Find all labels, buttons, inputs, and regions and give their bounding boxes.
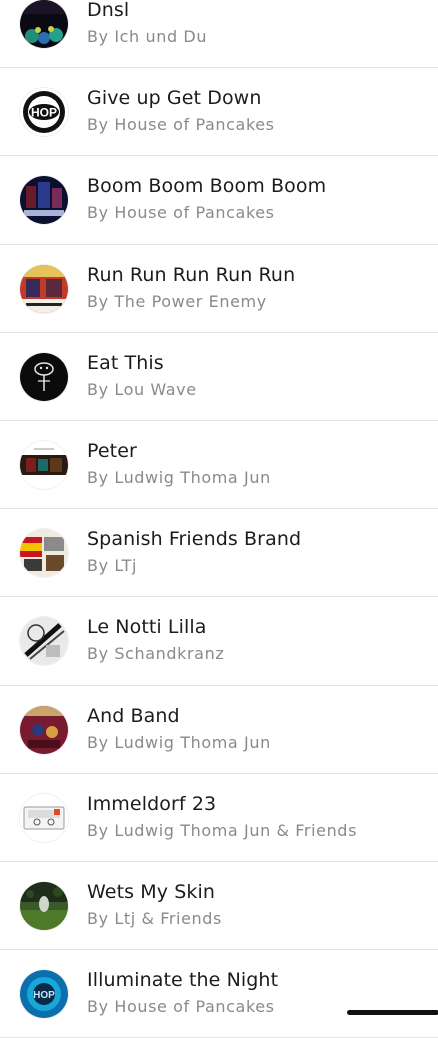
track-list: Dnsl By Ich und Du HOP Give up Get Down … [0, 0, 438, 1038]
album-art-and-band-icon [20, 705, 68, 754]
track-row[interactable]: HOP Illuminate the Night By House of Pan… [0, 950, 438, 1038]
home-indicator[interactable] [347, 1010, 438, 1015]
track-artist: By Ludwig Thoma Jun [87, 467, 271, 487]
track-title: Illuminate the Night [87, 969, 279, 992]
track-row[interactable]: Le Notti Lilla By Schandkranz [0, 597, 438, 686]
svg-text:HOP: HOP [31, 106, 57, 120]
track-artist: By Ludwig Thoma Jun & Friends [87, 820, 358, 840]
track-title: Spanish Friends Brand [87, 528, 302, 551]
track-artist: By Schandkranz [87, 644, 225, 664]
album-art-wets-my-skin-icon [20, 881, 68, 930]
track-title: Give up Get Down [87, 87, 262, 110]
track-artist: By LTj [87, 556, 138, 576]
track-artist: By House of Pancakes [87, 997, 275, 1017]
album-art-power-enemy-icon [20, 264, 68, 313]
track-row[interactable]: Run Run Run Run Run By The Power Enemy [0, 245, 438, 333]
track-artist: By House of Pancakes [87, 115, 275, 135]
svg-text:HOP: HOP [33, 990, 55, 1001]
album-art-ich-und-du-icon [20, 0, 68, 48]
track-row[interactable]: Immeldorf 23 By Ludwig Thoma Jun & Frien… [0, 774, 438, 862]
track-artist: By House of Pancakes [87, 203, 275, 223]
album-art-illuminate-icon: HOP [20, 970, 68, 1019]
track-title: And Band [87, 704, 180, 727]
track-row[interactable]: Eat This By Lou Wave [0, 333, 438, 421]
album-art-spanish-friends-icon [20, 529, 68, 578]
track-title: Wets My Skin [87, 880, 216, 903]
track-title: Dnsl [87, 0, 130, 21]
album-art-lou-wave-icon [20, 352, 68, 401]
track-title: Le Notti Lilla [87, 616, 207, 639]
track-title: Eat This [87, 351, 164, 374]
track-artist: By Ich und Du [87, 27, 208, 46]
track-row[interactable]: Spanish Friends Brand By LTj [0, 509, 438, 598]
album-art-schandkranz-icon [20, 617, 68, 666]
track-title: Peter [87, 439, 137, 462]
track-row[interactable]: And Band By Ludwig Thoma Jun [0, 686, 438, 774]
track-artist: By The Power Enemy [87, 291, 267, 311]
track-row[interactable]: HOP Give up Get Down By House of Pancake… [0, 68, 438, 157]
track-title: Boom Boom Boom Boom [87, 175, 327, 198]
track-artist: By Lou Wave [87, 379, 197, 399]
track-row[interactable]: Wets My Skin By Ltj & Friends [0, 862, 438, 951]
album-art-peter-icon [20, 440, 68, 489]
album-art-boom-icon [20, 176, 68, 225]
track-title: Immeldorf 23 [87, 792, 217, 815]
album-art-cassette-icon [20, 793, 68, 842]
track-row[interactable]: Boom Boom Boom Boom By House of Pancakes [0, 156, 438, 245]
track-row[interactable]: Peter By Ludwig Thoma Jun [0, 421, 438, 510]
track-title: Run Run Run Run Run [87, 263, 296, 286]
track-artist: By Ludwig Thoma Jun [87, 732, 271, 752]
track-artist: By Ltj & Friends [87, 908, 222, 928]
track-row[interactable]: Dnsl By Ich und Du [0, 0, 438, 69]
album-art-hop-logo-icon: HOP [20, 88, 68, 137]
